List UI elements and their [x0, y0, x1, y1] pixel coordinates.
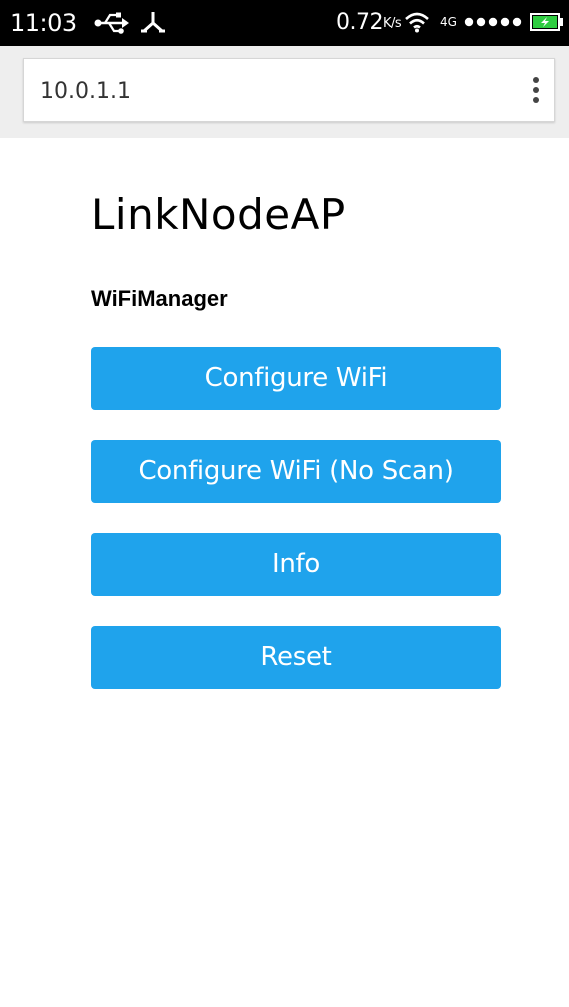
- status-bar: 11:03 0.72K/s 4G: [0, 0, 569, 46]
- address-bar[interactable]: 10.0.1.1: [23, 58, 555, 122]
- status-time: 11:03: [10, 9, 77, 37]
- wifi-icon: [405, 12, 429, 33]
- browser-toolbar: 10.0.1.1: [0, 46, 569, 138]
- debug-icon: [141, 12, 165, 33]
- network-speed-value: 0.72: [336, 10, 383, 35]
- network-speed-unit: K/s: [382, 16, 402, 31]
- reset-button[interactable]: Reset: [91, 626, 501, 689]
- address-url[interactable]: 10.0.1.1: [40, 79, 131, 104]
- signal-icon: [464, 17, 522, 27]
- page-subtitle: WiFiManager: [91, 286, 228, 311]
- page-title: LinkNodeAP: [91, 190, 346, 239]
- network-type: 4G: [440, 15, 457, 29]
- configure-wifi-button[interactable]: Configure WiFi: [91, 347, 501, 410]
- more-vert-icon[interactable]: [528, 73, 544, 107]
- battery-icon: [530, 13, 563, 31]
- network-speed: 0.72K/s: [336, 10, 402, 35]
- usb-icon: [94, 12, 129, 34]
- configure-wifi-no-scan-button[interactable]: Configure WiFi (No Scan): [91, 440, 501, 503]
- info-button[interactable]: Info: [91, 533, 501, 596]
